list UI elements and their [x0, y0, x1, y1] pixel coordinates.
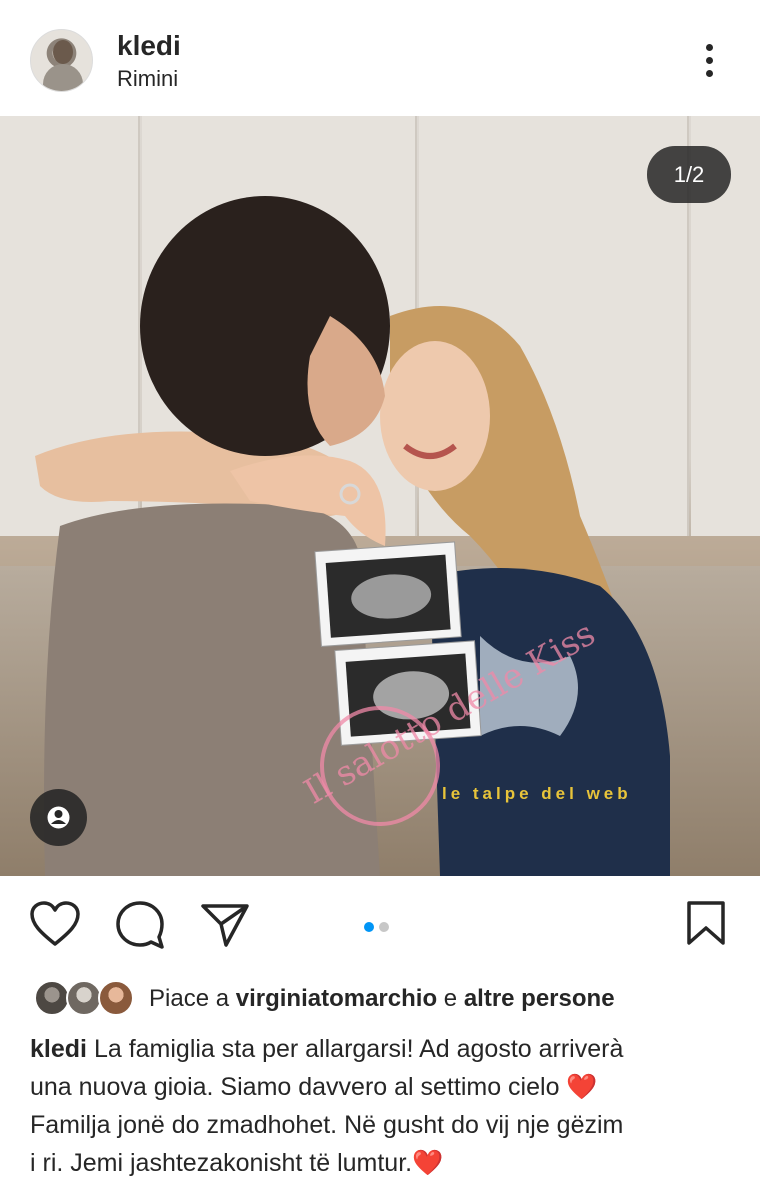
avatar-head-shape — [53, 40, 73, 64]
caption-text: i ri. Jemi jashtezakonisht të lumtur. — [30, 1149, 413, 1177]
red-heart-icon: ❤️ — [566, 1073, 598, 1101]
caption-text: una nuova gioia. Siamo davvero al settim… — [30, 1073, 560, 1101]
action-bar — [0, 876, 760, 971]
photo-illustration: Il salotto delle Kiss le talpe del web — [0, 196, 760, 876]
user-tag-icon[interactable] — [30, 789, 87, 846]
liker-avatar — [66, 980, 102, 1016]
share-icon[interactable] — [200, 902, 250, 948]
carousel-dots — [364, 919, 394, 937]
likes-user-link[interactable]: virginiatomarchio — [236, 985, 437, 1012]
carousel-dot — [379, 922, 389, 932]
caption-line: i ri. Jemi jashtezakonisht të lumtur.❤️ — [30, 1144, 745, 1182]
liker-avatar — [98, 980, 134, 1016]
caption-line: Familja jonë do zmadhohet. Në gusht do v… — [30, 1106, 745, 1144]
heart-icon[interactable] — [30, 901, 80, 947]
more-icon[interactable] — [696, 40, 724, 82]
red-heart-icon: ❤️ — [412, 1149, 444, 1177]
post-header: kledi Rimini — [0, 0, 760, 115]
post-location[interactable]: Rimini — [117, 66, 178, 92]
likes-others-link[interactable]: altre persone — [464, 985, 615, 1012]
bookmark-icon[interactable] — [686, 900, 726, 946]
likes-joiner: e — [443, 985, 458, 1012]
post-caption: kledi La famiglia sta per allargarsi! Ad… — [30, 1030, 745, 1182]
image-counter: 1/2 — [647, 146, 731, 203]
caption-text: Familja jonë do zmadhohet. Në gusht do v… — [30, 1111, 624, 1139]
caption-text: La famiglia sta per allargarsi! Ad agost… — [93, 1035, 624, 1063]
watermark-right: le talpe del web — [442, 784, 632, 803]
likes-text: Piace a virginiatomarchio e altre person… — [149, 985, 615, 1013]
likes-prefix: Piace a — [149, 985, 230, 1012]
post-photo[interactable]: Il salotto delle Kiss le talpe del web 1… — [0, 116, 760, 876]
liker-avatar — [34, 980, 70, 1016]
caption-line: kledi La famiglia sta per allargarsi! Ad… — [30, 1030, 745, 1068]
profile-avatar[interactable] — [30, 29, 93, 92]
caption-line: una nuova gioia. Siamo davvero al settim… — [30, 1068, 745, 1106]
carousel-dot-active — [364, 922, 374, 932]
likes-row[interactable]: Piace a virginiatomarchio e altre person… — [30, 980, 750, 1020]
caption-username[interactable]: kledi — [30, 1035, 87, 1063]
post-username[interactable]: kledi — [117, 30, 181, 62]
avatar-body-shape — [43, 64, 83, 91]
comment-icon[interactable] — [115, 901, 165, 949]
